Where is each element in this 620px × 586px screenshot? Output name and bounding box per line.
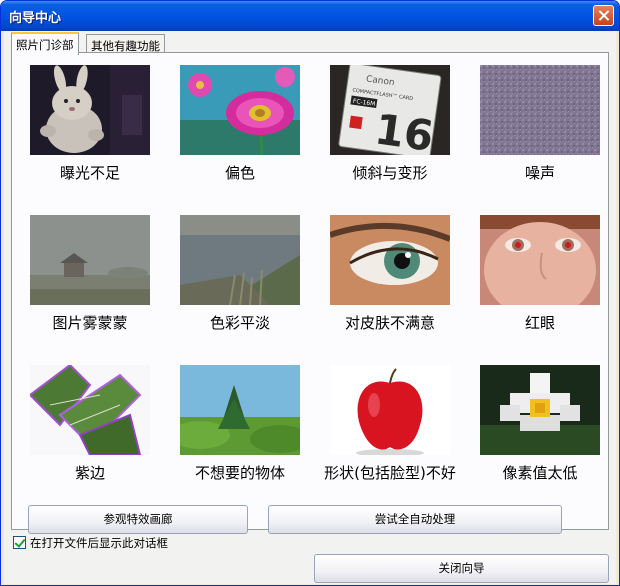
tab-other-features-label: 其他有趣功能 [91, 39, 160, 53]
grid-label: 对皮肤不满意 [344, 314, 435, 332]
grid-label: 图片雾蒙蒙 [52, 314, 128, 332]
wizard-dialog: 向导中心 照片门诊部 其他有趣功能 曝光不足 偏色 Canon COMPACTF… [0, 0, 620, 586]
foggy-lake-pavilion-photo[interactable] [30, 215, 150, 305]
close-up-eye-photo[interactable] [330, 215, 450, 305]
grid-item-purple-fringe[interactable]: 紫边 [20, 365, 160, 495]
tab-photo-clinic[interactable]: 照片门诊部 [11, 32, 79, 55]
grid-item-underexposed[interactable]: 曝光不足 [20, 65, 160, 195]
pixelated-water-lily-photo[interactable] [480, 365, 600, 455]
grid-item-red-eye[interactable]: 红眼 [470, 215, 610, 345]
dark-plush-bunny-photo[interactable] [30, 65, 150, 155]
close-wizard-button[interactable]: 关闭向导 [314, 554, 609, 583]
dialog-body: 照片门诊部 其他有趣功能 曝光不足 偏色 Canon COMPACTFLASH™… [4, 31, 616, 584]
compactflash-card-photo[interactable]: Canon COMPACTFLASH™ CARD FC-16M 16 [330, 65, 450, 155]
show-on-open-checkbox[interactable] [13, 536, 26, 549]
auto-process-button[interactable]: 尝试全自动处理 [268, 505, 562, 534]
window-title: 向导中心 [9, 11, 62, 26]
grid-item-foggy[interactable]: 图片雾蒙蒙 [20, 215, 160, 345]
photo-clinic-panel: 曝光不足 偏色 Canon COMPACTFLASH™ CARD FC-16M … [11, 52, 610, 534]
grid-item-color-cast[interactable]: 偏色 [170, 65, 310, 195]
grid-label: 噪声 [524, 164, 555, 182]
visit-gallery-button[interactable]: 参观特效画廊 [28, 505, 248, 534]
red-apple-photo[interactable] [330, 365, 450, 455]
purple-noise-photo[interactable] [480, 65, 600, 155]
grid-item-skin[interactable]: 对皮肤不满意 [320, 215, 460, 345]
grid-item-low-resolution[interactable]: 像素值太低 [470, 365, 610, 495]
grid-label: 红眼 [524, 314, 555, 332]
grid-label: 紫边 [74, 464, 105, 482]
grid-label: 不想要的物体 [194, 464, 285, 482]
grid-label: 偏色 [224, 164, 255, 182]
grid-label: 倾斜与变形 [352, 164, 428, 182]
tree-on-grass-photo[interactable] [180, 365, 300, 455]
close-icon[interactable] [593, 5, 614, 26]
leaves-purple-fringe-photo[interactable] [30, 365, 150, 455]
grid-label: 形状(包括脸型)不好 [324, 464, 456, 482]
tab-photo-clinic-label: 照片门诊部 [16, 38, 74, 52]
red-eye-face-photo[interactable] [480, 215, 600, 305]
show-on-open-label: 在打开文件后显示此对话框 [30, 536, 168, 550]
grid-item-unwanted-object[interactable]: 不想要的物体 [170, 365, 310, 495]
grid-item-noise[interactable]: 噪声 [470, 65, 610, 195]
title-bar[interactable]: 向导中心 [1, 1, 619, 31]
grid-label: 曝光不足 [59, 164, 120, 182]
cf-card-size: 16 [372, 104, 437, 155]
dull-lake-reeds-photo[interactable] [180, 215, 300, 305]
grid-item-dull-color[interactable]: 色彩平淡 [170, 215, 310, 345]
grid-item-tilt-distortion[interactable]: Canon COMPACTFLASH™ CARD FC-16M 16 倾斜与变形 [320, 65, 460, 195]
grid-label: 色彩平淡 [209, 314, 270, 332]
grid-item-shape[interactable]: 形状(包括脸型)不好 [320, 365, 460, 495]
grid-label: 像素值太低 [502, 464, 578, 482]
pink-daisy-photo[interactable] [180, 65, 300, 155]
